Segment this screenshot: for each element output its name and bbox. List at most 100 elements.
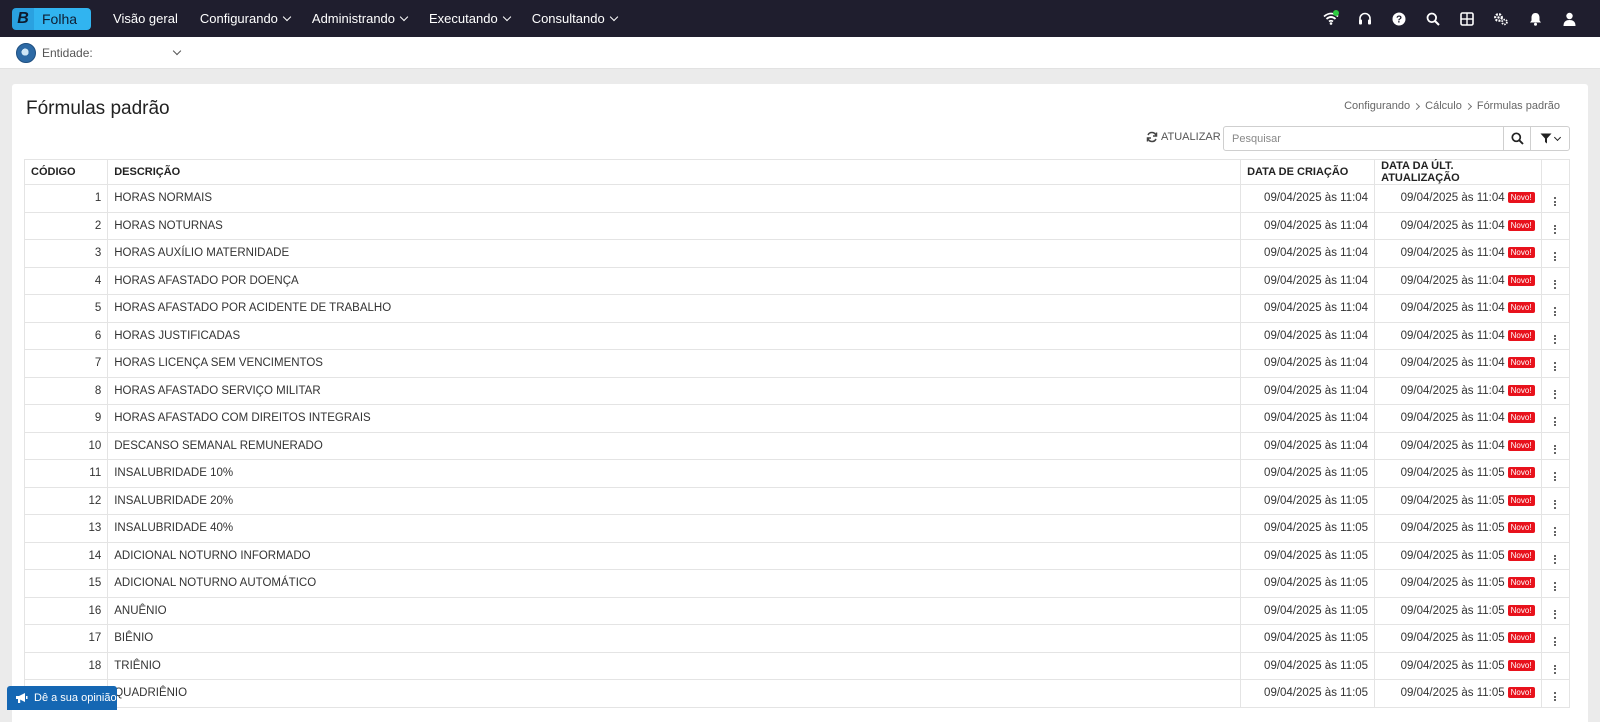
- wifi-icon[interactable]: [1314, 0, 1348, 37]
- cell-description: HORAS AFASTADO POR DOENÇA: [107, 266, 1242, 295]
- more-actions-icon[interactable]: [1554, 334, 1557, 344]
- table-row[interactable]: 3 HORAS AUXÍLIO MATERNIDADE 09/04/2025 às …: [23, 239, 1571, 268]
- more-actions-icon[interactable]: [1554, 417, 1557, 427]
- cell-code: 16: [23, 596, 109, 625]
- cell-updated: 09/04/2025 às 11:05 Novo!: [1374, 541, 1542, 570]
- more-actions-icon[interactable]: [1554, 472, 1557, 482]
- table-row[interactable]: 19QUADRIÊNIO09/04/2025 às 11:0509/04/202…: [23, 679, 1571, 708]
- table-row[interactable]: 6 HORAS JUSTIFICADAS 09/04/2025 às 11:04 09…: [23, 321, 1571, 350]
- table-row[interactable]: 14 ADICIONAL NOTURNO INFORMADO 09/04/2025 …: [23, 541, 1571, 570]
- more-actions-icon[interactable]: [1554, 279, 1557, 289]
- more-actions-icon[interactable]: [1554, 664, 1557, 674]
- table-row[interactable]: 9 HORAS AFASTADO COM DIREITOS INTEGRAIS 09…: [23, 404, 1571, 433]
- cell-code: 17: [23, 624, 109, 653]
- table-row[interactable]: 5 HORAS AFASTADO POR ACIDENTE DE TRABALHO…: [23, 294, 1571, 323]
- more-actions-icon[interactable]: [1554, 362, 1557, 372]
- app-logo[interactable]: B Folha: [12, 7, 92, 30]
- more-actions-icon[interactable]: [1554, 582, 1557, 592]
- column-header-code[interactable]: CÓDIGO: [23, 159, 109, 185]
- table-row[interactable]: 11 INSALUBRIDADE 10% 09/04/2025 às 11:05 09…: [23, 459, 1571, 488]
- table-row[interactable]: 2 HORAS NOTURNAS 09/04/2025 às 11:04 09/04/…: [23, 211, 1571, 240]
- more-actions-icon[interactable]: [1554, 527, 1557, 537]
- chevron-down-icon: [502, 12, 511, 21]
- help-icon[interactable]: ?: [1382, 0, 1416, 37]
- updated-value: 09/04/2025 às 11:04: [1400, 219, 1505, 232]
- cell-description: HORAS NOTURNAS: [107, 211, 1242, 240]
- nav-configurando[interactable]: Configurando: [200, 11, 292, 26]
- user-icon[interactable]: [1552, 0, 1586, 37]
- new-badge: Novo!: [1507, 357, 1535, 369]
- settings-icon[interactable]: [1484, 0, 1518, 37]
- apps-grid-icon[interactable]: [1450, 0, 1484, 37]
- column-header-updated[interactable]: DATA DA ÚLT. ATUALIZAÇÃO: [1374, 159, 1542, 185]
- nav-administrando[interactable]: Administrando: [312, 11, 409, 26]
- cell-actions: [1540, 321, 1571, 350]
- search-button[interactable]: [1503, 126, 1531, 151]
- cell-updated: 09/04/2025 às 11:04 Novo!: [1374, 431, 1542, 460]
- cell-actions: [1540, 651, 1571, 680]
- table-row[interactable]: 16 ANUÊNIO 09/04/2025 às 11:05 09/04/2025 à…: [23, 596, 1571, 625]
- new-badge: Novo!: [1507, 687, 1535, 699]
- nav-executando[interactable]: Executando: [429, 11, 511, 26]
- table-row[interactable]: 15 ADICIONAL NOTURNO AUTOMÁTICO 09/04/2025…: [23, 569, 1571, 598]
- nav-consultando[interactable]: Consultando: [531, 11, 618, 26]
- more-actions-icon[interactable]: [1554, 389, 1557, 399]
- refresh-button[interactable]: ATUALIZAR: [1146, 131, 1221, 143]
- column-header-created[interactable]: DATA DE CRIAÇÃO: [1240, 159, 1376, 185]
- table-row[interactable]: 1 HORAS NORMAIS 09/04/2025 às 11:04 09/04/2…: [23, 184, 1571, 213]
- more-actions-icon[interactable]: [1554, 444, 1557, 454]
- column-header-description[interactable]: DESCRIÇÃO: [107, 159, 1242, 185]
- new-badge: Novo!: [1507, 412, 1535, 424]
- cell-code: 11: [23, 459, 109, 488]
- table-row[interactable]: 12 INSALUBRIDADE 20% 09/04/2025 às 11:05 09…: [23, 486, 1571, 515]
- more-actions-icon[interactable]: [1554, 499, 1557, 509]
- cell-description: DESCANSO SEMANAL REMUNERADO: [107, 431, 1242, 460]
- cell-code: 8: [23, 376, 109, 405]
- search-icon[interactable]: [1416, 0, 1450, 37]
- headset-icon[interactable]: [1348, 0, 1382, 37]
- feedback-button[interactable]: Dê a sua opinião: [7, 686, 117, 710]
- table-row[interactable]: 17 BIÊNIO 09/04/2025 às 11:05 09/04/2025 às…: [23, 624, 1571, 653]
- new-badge: Novo!: [1507, 192, 1535, 204]
- bell-icon[interactable]: [1518, 0, 1552, 37]
- table-row[interactable]: 8 HORAS AFASTADO SERVIÇO MILITAR 09/04/202…: [23, 376, 1571, 405]
- cell-actions: [1540, 184, 1571, 213]
- feedback-label: Dê a sua opinião: [34, 692, 117, 704]
- cell-actions: [1540, 679, 1571, 708]
- breadcrumb-item[interactable]: Cálculo: [1425, 100, 1462, 112]
- table-row[interactable]: 7 HORAS LICENÇA SEM VENCIMENTOS 09/04/2025…: [23, 349, 1571, 378]
- table-row[interactable]: 18 TRIÊNIO 09/04/2025 às 11:05 09/04/2025 à…: [23, 651, 1571, 680]
- cell-updated: 09/04/2025 às 11:05 Novo!: [1374, 624, 1542, 653]
- table-row[interactable]: 10 DESCANSO SEMANAL REMUNERADO 09/04/2025 …: [23, 431, 1571, 460]
- more-actions-icon[interactable]: [1554, 609, 1557, 619]
- more-actions-icon[interactable]: [1554, 637, 1557, 647]
- more-actions-icon[interactable]: [1554, 252, 1557, 262]
- more-actions-icon[interactable]: [1554, 224, 1557, 234]
- more-actions-icon[interactable]: [1554, 554, 1557, 564]
- table-row[interactable]: 13 INSALUBRIDADE 40% 09/04/2025 às 11:05 09…: [23, 514, 1571, 543]
- cell-created: 09/04/2025 às 11:05: [1240, 459, 1376, 488]
- nav-label: Consultando: [531, 11, 605, 26]
- breadcrumb-item[interactable]: Configurando: [1344, 100, 1410, 112]
- more-actions-icon[interactable]: [1554, 197, 1557, 207]
- updated-value: 09/04/2025 às 11:05: [1400, 577, 1505, 590]
- cell-description: HORAS AUXÍLIO MATERNIDADE: [107, 239, 1242, 268]
- cell-updated: 09/04/2025 às 11:04 Novo!: [1374, 404, 1542, 433]
- updated-value: 09/04/2025 às 11:04: [1400, 302, 1505, 315]
- cell-description: QUADRIÊNIO: [107, 679, 1242, 708]
- entity-dropdown-chevron-icon[interactable]: [172, 46, 182, 56]
- cell-code: 1: [23, 184, 109, 213]
- cell-actions: [1540, 569, 1571, 598]
- more-actions-icon[interactable]: [1554, 692, 1557, 702]
- cell-code: 15: [23, 569, 109, 598]
- cell-code: 12: [23, 486, 109, 515]
- megaphone-icon: [16, 693, 28, 703]
- search-input[interactable]: [1223, 126, 1504, 151]
- cell-actions: [1540, 404, 1571, 433]
- nav-visao-geral[interactable]: Visão geral: [113, 11, 178, 26]
- more-actions-icon[interactable]: [1554, 307, 1557, 317]
- table-row[interactable]: 4 HORAS AFASTADO POR DOENÇA 09/04/2025 às …: [23, 266, 1571, 295]
- chevron-right-icon: [1413, 102, 1421, 110]
- filter-button[interactable]: [1530, 126, 1570, 151]
- cell-description: ADICIONAL NOTURNO INFORMADO: [107, 541, 1242, 570]
